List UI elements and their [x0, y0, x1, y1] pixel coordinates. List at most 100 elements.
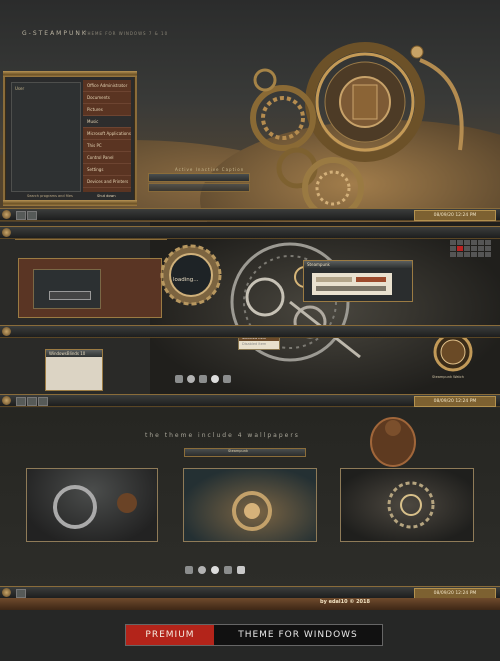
start-menu-top-trim [3, 71, 137, 77]
watch-icon [433, 332, 473, 372]
wallpaper-thumbnail-1[interactable] [26, 468, 158, 542]
calendar-day[interactable] [464, 240, 470, 245]
taskbar-button[interactable] [16, 397, 26, 406]
menu-item-selected[interactable]: Music [83, 116, 131, 128]
menu-item[interactable]: Pictures [83, 104, 131, 116]
menu-item[interactable]: Documents [83, 92, 131, 104]
taskbar-button[interactable] [38, 397, 48, 406]
calendar-day-today[interactable] [457, 246, 463, 251]
taskbar-1: 08/09/20 12:24 PM [0, 208, 500, 221]
brand-title: G-STEAMPUNK [22, 30, 88, 37]
calendar-day[interactable] [450, 252, 456, 257]
calendar-gadget: SEPTEMBER [450, 234, 496, 274]
taskbar-button[interactable] [16, 211, 26, 220]
dock-icon[interactable] [187, 375, 195, 383]
menu-item[interactable]: This PC [83, 140, 131, 152]
dock [175, 375, 295, 385]
start-orb[interactable] [2, 396, 11, 405]
premium-banner: PREMIUM THEME FOR WINDOWS [125, 624, 383, 646]
menu-item[interactable]: Office Administrator [83, 80, 131, 92]
start-menu-programs[interactable]: User [11, 82, 81, 192]
dialog-body [312, 273, 392, 295]
taskbar-button[interactable] [27, 397, 37, 406]
calendar-day[interactable] [471, 240, 477, 245]
robot-illustration [370, 417, 416, 467]
dialog-window: Steampunk [303, 260, 413, 302]
menu-item[interactable]: Microsoft Applications [83, 128, 131, 140]
dock-icon[interactable] [199, 375, 207, 383]
dialog-slider[interactable] [316, 286, 386, 291]
banner-theme: THEME FOR WINDOWS [214, 625, 382, 645]
explorer-window [18, 258, 162, 318]
start-orb[interactable] [2, 228, 11, 237]
start-orb[interactable] [2, 327, 11, 336]
menu-item[interactable]: Devices and Printers [83, 176, 131, 188]
taskbar-button[interactable] [16, 589, 26, 598]
dock-icon[interactable] [224, 566, 232, 574]
wallpaper-thumbnail-2[interactable] [183, 468, 317, 542]
calendar-day[interactable] [457, 240, 463, 245]
skeleton-wallpaper-art [387, 481, 435, 529]
hero-section: G-STEAMPUNK THEME FOR WINDOWS 7 & 10 Use… [0, 0, 500, 222]
section3-dialog-title: Steampunk [228, 449, 248, 453]
menu-item[interactable]: Settings [83, 164, 131, 176]
brand-subtitle: THEME FOR WINDOWS 7 & 10 [84, 31, 169, 36]
dock-icon[interactable] [175, 375, 183, 383]
wallpaper-thumbnail-3[interactable] [340, 468, 474, 542]
gears-wallpaper-art [232, 491, 272, 531]
section-2: 12:34 loading... Steampunk Menu Item [0, 222, 500, 408]
start-orb[interactable] [2, 210, 11, 219]
dock-icon[interactable] [223, 375, 231, 383]
calendar-day[interactable] [457, 252, 463, 257]
explorer-content [33, 269, 101, 309]
taskbar-button[interactable] [27, 211, 37, 220]
calendar-day[interactable] [471, 252, 477, 257]
calendar-day[interactable] [485, 246, 491, 251]
start-menu-user: User [15, 86, 25, 91]
author-credit: by edal10 © 2018 [320, 599, 370, 605]
calendar-day[interactable] [464, 252, 470, 257]
steampunk-clock-illustration [250, 42, 464, 215]
preview-title: WindowsBlinds 10 [46, 350, 102, 357]
taskbar-4: 08/09/20 12:24 PM [0, 394, 500, 407]
menu-item[interactable]: Control Panel [83, 152, 131, 164]
start-orb[interactable] [2, 588, 11, 597]
wallpapers-section: the theme include 4 wallpapers Steampunk [0, 408, 500, 586]
preview-window: WindowsBlinds 10 [45, 349, 103, 391]
copper-strip [0, 598, 500, 610]
banner-premium: PREMIUM [126, 625, 214, 645]
start-search-placeholder[interactable]: Search programs and files [27, 194, 73, 198]
dock-icon[interactable] [185, 566, 193, 574]
dock-icon[interactable] [198, 566, 206, 574]
wallpapers-caption: the theme include 4 wallpapers [145, 432, 300, 439]
explorer-button[interactable] [49, 291, 91, 300]
dock-icon[interactable] [237, 566, 245, 574]
calendar-day[interactable] [450, 240, 456, 245]
start-menu-bottom-trim [3, 200, 137, 206]
calendar-day[interactable] [450, 246, 456, 251]
calendar-day[interactable] [478, 246, 484, 251]
calendar-day[interactable] [478, 252, 484, 257]
dialog-field[interactable] [316, 277, 352, 282]
caption-label: Active Inactive Caption [175, 167, 245, 172]
dock-2 [185, 566, 325, 576]
taskbar-3 [0, 325, 500, 338]
dock-icon[interactable] [211, 375, 219, 383]
dialog-field-2[interactable] [356, 277, 386, 282]
taskbar-clock[interactable]: 08/09/20 12:24 PM [414, 396, 496, 407]
clock-wallpaper-art [53, 485, 137, 529]
start-menu-right-pane: Office Administrator Documents Pictures … [83, 80, 131, 192]
calendar-day[interactable] [464, 246, 470, 251]
shutdown-button[interactable]: Shut down [97, 194, 116, 198]
calendar-day[interactable] [471, 246, 477, 251]
calendar-day[interactable] [478, 240, 484, 245]
taskbar-clock[interactable]: 08/09/20 12:24 PM [414, 210, 496, 221]
calendar-day[interactable] [485, 240, 491, 245]
dock-icon[interactable] [211, 566, 219, 574]
loading-text: loading... [173, 277, 199, 283]
calendar-day[interactable] [485, 252, 491, 257]
context-item-disabled[interactable]: Disabled Item [239, 341, 279, 347]
calendar-grid [450, 240, 496, 257]
taskbar-2 [0, 226, 500, 239]
watch-caption: Steampunk Watch [432, 375, 464, 379]
